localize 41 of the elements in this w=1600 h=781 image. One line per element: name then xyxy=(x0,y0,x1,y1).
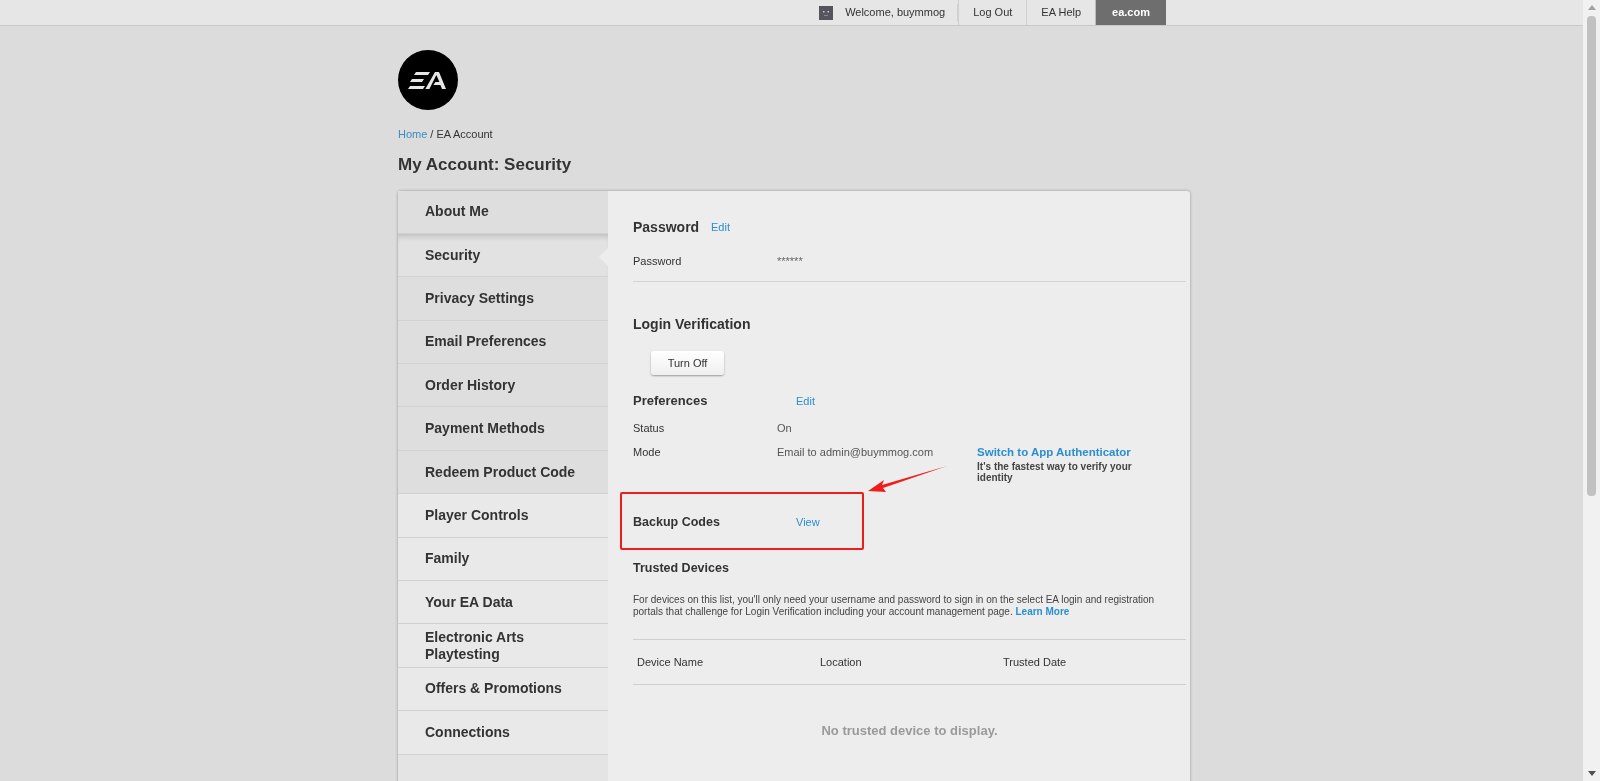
top-nav-link[interactable]: Log Out xyxy=(958,0,1027,25)
ea-logo xyxy=(398,50,458,110)
hint-text: It's the fastest way to verify your identity xyxy=(977,461,1133,484)
sidebar-item[interactable]: Email Preferences xyxy=(398,320,608,365)
section-heading: Backup Codes xyxy=(633,514,721,532)
scroll-down-icon xyxy=(1587,771,1596,776)
field-value: On xyxy=(777,420,792,436)
section-heading: Login Verification xyxy=(633,315,752,334)
password-value: ****** xyxy=(777,253,803,269)
sidebar-item[interactable]: Family xyxy=(398,537,608,581)
sidebar-item[interactable]: Electronic Arts Playtesting xyxy=(398,624,608,668)
column-header: Location xyxy=(820,654,863,670)
column-header: Device Name xyxy=(637,654,705,670)
sidebar-item[interactable]: Your EA Data xyxy=(398,581,608,625)
sidebar-item[interactable]: Player Controls xyxy=(398,494,608,538)
welcome-text: Welcome, buymmog xyxy=(845,5,946,21)
sidebar-item[interactable]: Privacy Settings xyxy=(398,277,608,321)
turn-off-button[interactable]: Turn Off xyxy=(651,351,724,375)
breadcrumb-separator: / xyxy=(430,127,434,141)
scroll-up-icon xyxy=(1587,5,1596,10)
empty-message: No trusted device to display. xyxy=(820,721,999,740)
subsection-heading: Preferences xyxy=(633,392,709,410)
sidebar-item[interactable]: Security xyxy=(398,233,608,278)
page-title: My Account: Security xyxy=(398,154,573,176)
sidebar-item[interactable]: Connections xyxy=(398,711,608,755)
breadcrumb-current: EA Account xyxy=(436,127,493,141)
field-label: Mode xyxy=(633,445,662,460)
sidebar-item[interactable]: Redeem Product Code xyxy=(398,450,608,495)
sidebar-item[interactable]: About Me xyxy=(398,190,608,234)
sidebar-item[interactable]: Order History xyxy=(398,364,608,408)
section-heading: Password xyxy=(633,217,701,237)
top-nav-link[interactable]: ea.com xyxy=(1095,0,1166,25)
field-label: Status xyxy=(633,420,666,436)
avatar-icon xyxy=(819,5,834,20)
field-label: Password xyxy=(633,253,683,269)
field-value: Email to admin@buymmog.com xyxy=(777,445,934,460)
description-text: For devices on this list, you'll only need your username and password to sign in on the select EA login and registration portals that challenge for Login Verification including your account management page. Learn More xyxy=(633,593,1156,618)
sidebar-item[interactable]: Payment Methods xyxy=(398,407,608,451)
sidebar-item[interactable]: Offers & Promotions xyxy=(398,667,608,712)
column-header: Trusted Date xyxy=(1003,654,1068,670)
section-heading: Trusted Devices xyxy=(633,560,730,577)
